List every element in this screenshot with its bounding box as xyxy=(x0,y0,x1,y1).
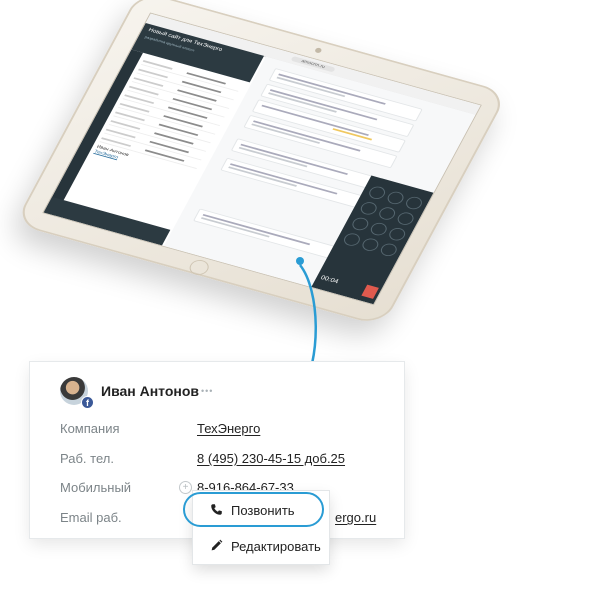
dial-key[interactable] xyxy=(378,241,400,258)
field-label-company: Компания xyxy=(60,421,120,436)
tablet-device: amocrm.ru Новый сайт для ТехЭнерго разра… xyxy=(14,0,509,327)
feed-message xyxy=(193,208,348,262)
field-label-email: Email раб. xyxy=(60,510,122,525)
call-highlight-ring xyxy=(183,492,324,527)
tablet-illustration: amocrm.ru Новый сайт для ТехЭнерго разра… xyxy=(0,0,596,420)
call-timer: 00:04 xyxy=(319,274,340,286)
dial-key[interactable] xyxy=(368,221,390,237)
contact-name[interactable]: Иван Антонов xyxy=(101,383,199,399)
tablet-screen: amocrm.ru Новый сайт для ТехЭнерго разра… xyxy=(42,12,482,306)
plus-icon[interactable]: + xyxy=(179,481,192,494)
field-label-mobile: Мобильный xyxy=(60,480,132,495)
dial-key[interactable] xyxy=(395,210,417,227)
dots-icon[interactable]: ••• xyxy=(201,386,213,396)
field-value-company[interactable]: ТехЭнерго xyxy=(197,421,260,436)
field-value-work-phone[interactable]: 8 (495) 230-45-15 доб.25 xyxy=(197,451,345,466)
dial-key[interactable] xyxy=(359,236,381,253)
dial-key[interactable] xyxy=(366,184,388,201)
dial-key[interactable] xyxy=(341,231,363,248)
field-value-email[interactable]: ergo.ru xyxy=(335,510,376,525)
home-button xyxy=(186,258,212,277)
menu-item-edit[interactable]: Редактировать xyxy=(193,531,329,561)
dial-key[interactable] xyxy=(358,200,380,217)
dial-key[interactable] xyxy=(376,205,398,222)
menu-item-label: Редактировать xyxy=(231,539,321,554)
dial-key[interactable] xyxy=(386,226,408,243)
end-call-button[interactable] xyxy=(361,284,379,299)
dial-key[interactable] xyxy=(349,216,371,232)
camera-dot xyxy=(314,47,323,54)
pencil-icon xyxy=(211,539,223,551)
dial-key[interactable] xyxy=(403,195,425,211)
dial-key[interactable] xyxy=(385,190,406,206)
lead-footer xyxy=(43,196,171,246)
field-label-work-phone: Раб. тел. xyxy=(60,451,114,466)
facebook-icon: f xyxy=(81,396,94,409)
